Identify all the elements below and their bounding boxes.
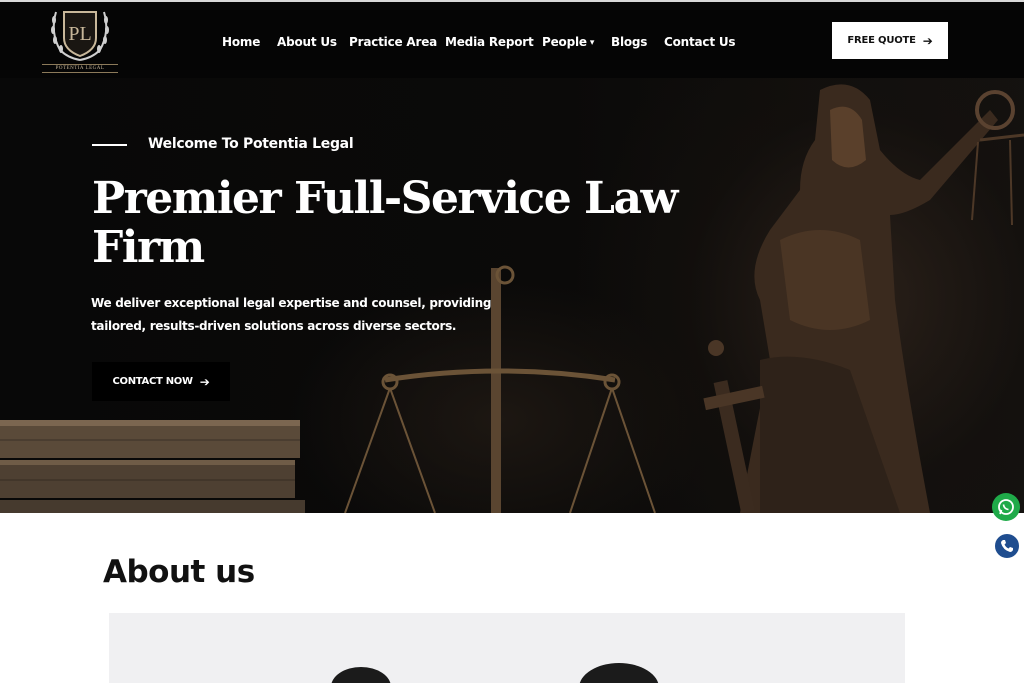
nav-contact-us[interactable]: Contact Us	[664, 33, 736, 51]
arrow-right-icon: ➔	[922, 33, 933, 48]
site-logo[interactable]: PL POTENTIA LEGAL	[42, 6, 118, 74]
nav-about-us[interactable]: About Us	[277, 33, 337, 51]
hero-subtext: We deliver exceptional legal expertise a…	[91, 296, 492, 333]
logo-wordmark: POTENTIA LEGAL	[42, 64, 118, 73]
contact-now-button[interactable]: CONTACT NOW ➔	[92, 362, 230, 401]
nav-home[interactable]: Home	[222, 33, 260, 51]
welcome-text: Welcome To Potentia Legal	[148, 136, 354, 152]
arrow-right-icon: ➔	[199, 374, 210, 389]
hero-headline: Premier Full-Service Law Firm	[92, 173, 678, 273]
free-quote-label: FREE QUOTE	[847, 35, 916, 46]
logo-emblem-icon: PL	[51, 11, 109, 61]
lady-justice-statue-image	[703, 84, 1024, 513]
about-section-title: About us	[103, 554, 255, 590]
svg-text:PL: PL	[68, 23, 91, 45]
nav-practice-area[interactable]: Practice Area	[349, 33, 437, 51]
phone-call-button[interactable]	[993, 532, 1021, 560]
team-member-photo	[579, 663, 659, 683]
team-member-photo	[331, 667, 391, 683]
free-quote-button[interactable]: FREE QUOTE ➔	[832, 22, 948, 59]
nav-people-label: People	[542, 35, 587, 49]
nav-people[interactable]: People ▾	[542, 33, 594, 51]
about-team-image	[109, 613, 905, 683]
phone-icon	[1001, 540, 1013, 552]
whatsapp-icon	[998, 499, 1014, 515]
chevron-down-icon: ▾	[589, 38, 595, 48]
contact-now-label: CONTACT NOW	[112, 376, 193, 387]
welcome-divider	[92, 144, 127, 146]
nav-media-report[interactable]: Media Report	[445, 33, 534, 51]
nav-blogs[interactable]: Blogs	[611, 33, 647, 51]
whatsapp-button[interactable]	[992, 493, 1020, 521]
site-header: PL POTENTIA LEGAL Home About Us Practice…	[0, 0, 1024, 78]
stacked-books-image	[0, 420, 305, 513]
